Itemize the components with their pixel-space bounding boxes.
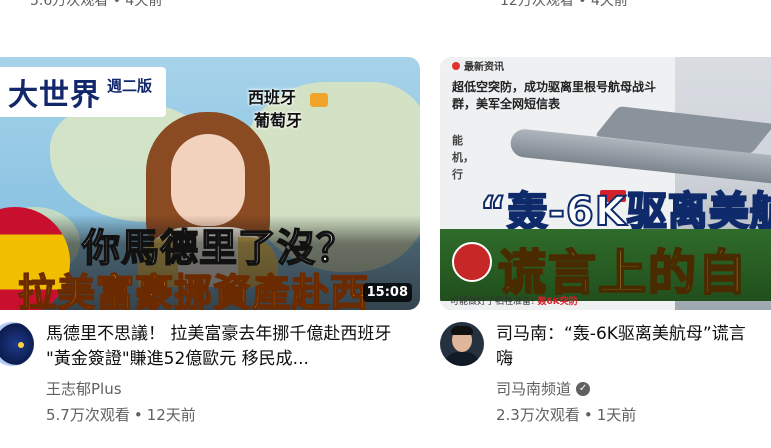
channel-name-label[interactable]: 司马南频道: [496, 378, 571, 399]
news-fragment: 能: [452, 134, 463, 147]
video-meta: 司马南：“轰-6K驱离美航母”谎言 嗨 司马南频道 ✓ 2.3万次观看 • 1天前: [440, 322, 771, 425]
thumbnail-footer: 可能做好了牺牲准备! 轰6K突防: [450, 294, 578, 307]
video-title-line-1[interactable]: 司马南：“轰-6K驱离美航母”谎言: [496, 322, 771, 347]
video-text: 司马南：“轰-6K驱离美航母”谎言 嗨 司马南频道 ✓ 2.3万次观看 • 1天前: [496, 322, 771, 425]
video-meta: 馬德里不思議！ 拉美富豪去年挪千億赴西班牙 "黃金簽證"賺進52億歐元 移民成.…: [0, 322, 420, 425]
verified-check-icon: ✓: [576, 381, 591, 396]
news-fragment: 行: [452, 168, 463, 181]
video-thumbnail[interactable]: 最新资讯 超低空突防，成功驱离里根号航母战斗群，美军全网短信表 能 机， 行 “…: [440, 57, 771, 310]
news-tag: 最新资讯: [464, 62, 504, 73]
channel-name-label[interactable]: 王志郁Plus: [46, 378, 122, 399]
separator-dot: •: [133, 406, 143, 424]
upload-age: 12天前: [146, 406, 196, 424]
video-title-line-2[interactable]: 嗨: [496, 347, 771, 372]
video-text: 馬德里不思議！ 拉美富豪去年挪千億赴西班牙 "黃金簽證"賺進52億歐元 移民成.…: [46, 322, 420, 425]
channel-name[interactable]: 司马南频道 ✓: [496, 378, 771, 399]
separator-dot: •: [583, 406, 593, 424]
footer-highlight: 轰6K突防: [537, 297, 578, 307]
live-dot-icon: [452, 62, 460, 70]
thumbnail-caption-2: 拉美富豪挪資產赴西: [17, 270, 370, 310]
video-thumbnail[interactable]: 大世界 週二版 西班牙 葡萄牙 你馬德里了沒？ 拉美富豪挪資產赴西 15:08: [0, 57, 420, 310]
footer-text: 可能做好了牺牲准备!: [450, 297, 535, 307]
video-card-1[interactable]: 大世界 週二版 西班牙 葡萄牙 你馬德里了沒？ 拉美富豪挪資產赴西 15:08 …: [0, 57, 420, 425]
thumbnail-caption-2: 谎言上的自: [497, 244, 749, 302]
video-title[interactable]: 馬德里不思議！ 拉美富豪去年挪千億赴西班牙 "黃金簽證"賺進52億歐元 移民成.…: [46, 322, 420, 372]
show-title-bar: 大世界 週二版: [0, 67, 167, 117]
video-card-2[interactable]: 最新资讯 超低空突防，成功驱离里根号航母战斗群，美军全网短信表 能 机， 行 “…: [440, 57, 771, 425]
top-meta-right: 12万次观看 • 4天前: [500, 0, 628, 9]
channel-avatar[interactable]: [440, 322, 484, 366]
duration-badge: 15:08: [362, 283, 412, 302]
map-label-spain: 西班牙: [248, 88, 297, 107]
channel-logo-icon: [452, 242, 492, 282]
channel-avatar[interactable]: [0, 322, 34, 366]
channel-name[interactable]: 王志郁Plus: [46, 378, 420, 399]
upload-age: 1天前: [596, 406, 637, 424]
top-meta-left: 5.6万次观看 • 4天前: [30, 0, 163, 9]
view-count: 2.3万次观看: [496, 406, 580, 424]
show-title: 大世界: [8, 78, 101, 113]
show-subtitle: 週二版: [107, 77, 153, 95]
view-count: 5.7万次观看: [46, 406, 130, 424]
map-marker: [310, 93, 328, 107]
video-stats: 5.7万次观看 • 12天前: [46, 404, 420, 425]
news-fragment: 机，: [452, 151, 474, 164]
video-stats: 2.3万次观看 • 1天前: [496, 404, 771, 425]
